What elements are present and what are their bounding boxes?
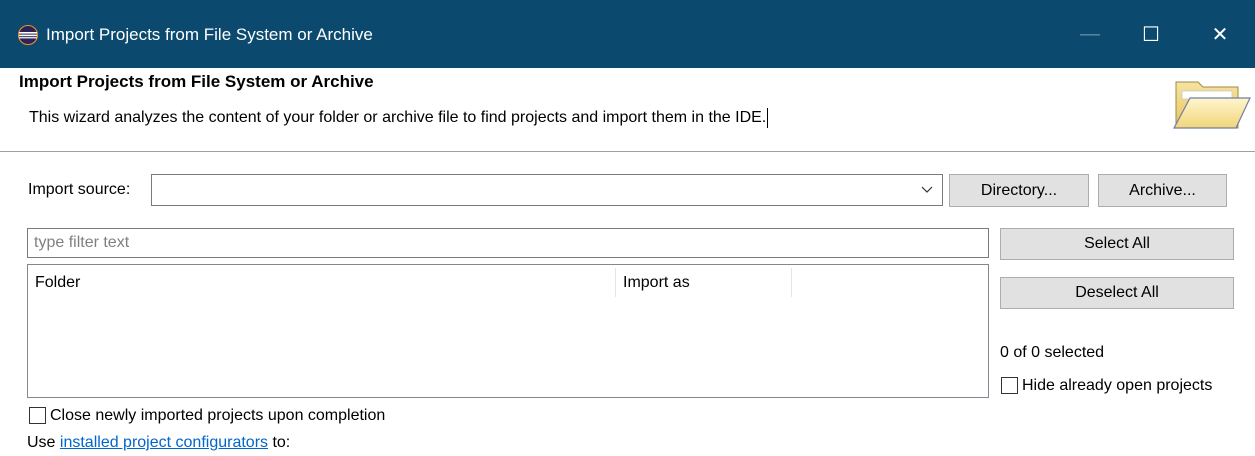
close-imported-projects-checkbox[interactable] — [29, 407, 46, 424]
column-header-import-as[interactable]: Import as — [616, 265, 791, 299]
maximize-button[interactable]: ☐ — [1127, 14, 1175, 54]
hide-open-projects-label[interactable]: Hide already open projects — [1022, 376, 1212, 396]
open-folder-icon — [1173, 81, 1251, 129]
archive-button[interactable]: Archive... — [1098, 174, 1227, 207]
eclipse-icon — [18, 25, 38, 45]
page-description: This wizard analyzes the content of your… — [29, 107, 769, 129]
deselect-all-button[interactable]: Deselect All — [1000, 277, 1234, 309]
select-all-button[interactable]: Select All — [1000, 228, 1234, 260]
filter-input[interactable] — [27, 228, 989, 258]
selection-count: 0 of 0 selected — [1000, 344, 1105, 361]
hide-open-projects-checkbox[interactable] — [1001, 377, 1018, 394]
import-projects-dialog: Import Projects from File System or Arch… — [0, 0, 1255, 456]
maximize-icon: ☐ — [1142, 23, 1160, 46]
directory-button[interactable]: Directory... — [949, 174, 1089, 207]
configurators-line: Use installed project configurators to: — [27, 433, 290, 453]
import-source-label: Import source: — [28, 181, 131, 198]
import-source-combo[interactable] — [151, 174, 943, 206]
minimize-button[interactable]: — — [1066, 14, 1114, 54]
chevron-down-icon — [921, 186, 933, 193]
text-cursor — [767, 107, 769, 128]
wizard-header: Import Projects from File System or Arch… — [0, 68, 1255, 152]
configurators-suffix: to: — [268, 434, 291, 451]
window-title: Import Projects from File System or Arch… — [46, 25, 373, 44]
column-header-folder[interactable]: Folder — [28, 265, 615, 299]
close-imported-projects-label[interactable]: Close newly imported projects upon compl… — [50, 406, 385, 426]
projects-table[interactable]: Folder Import as — [27, 264, 989, 398]
configurators-prefix: Use — [27, 434, 60, 451]
minimize-icon: — — [1080, 22, 1100, 45]
column-header-empty[interactable] — [792, 265, 988, 299]
title-bar[interactable]: Import Projects from File System or Arch… — [0, 0, 1255, 68]
close-icon: ✕ — [1211, 23, 1229, 46]
page-title: Import Projects from File System or Arch… — [19, 72, 374, 91]
installed-configurators-link[interactable]: installed project configurators — [60, 434, 268, 451]
wizard-body: Import source: Directory... Archive... S… — [0, 153, 1255, 456]
close-button[interactable]: ✕ — [1196, 14, 1244, 54]
description-text: This wizard analyzes the content of your… — [29, 109, 767, 126]
